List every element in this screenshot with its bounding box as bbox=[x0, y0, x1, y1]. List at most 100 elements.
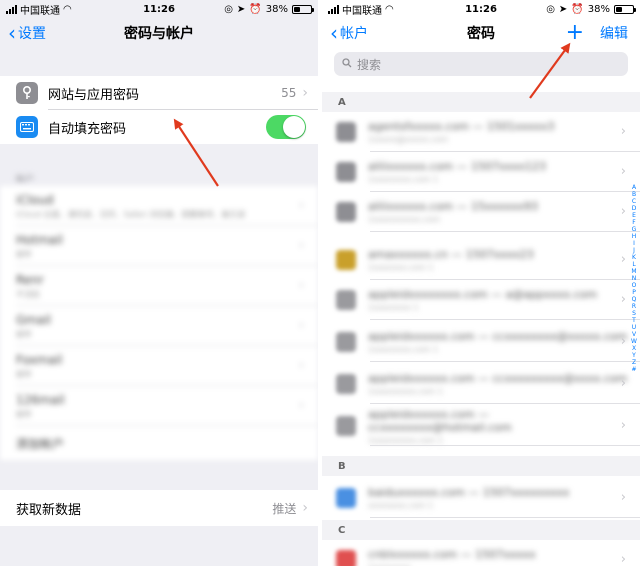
status-bar: 中国联通 ◠ 11:26 ◎ ➤ ⏰ 38% bbox=[322, 0, 640, 18]
index-letter[interactable]: Q bbox=[632, 296, 637, 303]
autofill-toggle[interactable] bbox=[266, 115, 306, 139]
index-letter[interactable]: F bbox=[632, 219, 635, 226]
site-favicon-icon bbox=[336, 488, 356, 508]
chevron-right-icon: › bbox=[620, 124, 626, 139]
entry-subtitle: 1xxxxx@xxxxx.com bbox=[368, 135, 449, 144]
index-letter[interactable]: A bbox=[632, 184, 636, 191]
account-row[interactable]: Renr 不活跃 › bbox=[0, 266, 318, 306]
signal-icon bbox=[328, 4, 339, 14]
password-entry[interactable]: aliiixxxxxx.com — 15xxxxxx93 1xxxxxxxxxx.… bbox=[322, 192, 640, 232]
account-detail: iCloud 云盘、通讯录、日历、Safari 浏览器、提醒事项、备忘录 bbox=[16, 209, 246, 219]
account-name: Foxmail bbox=[16, 352, 63, 367]
accounts-list: iCloud iCloud 云盘、通讯录、日历、Safari 浏览器、提醒事项、备… bbox=[0, 186, 318, 460]
alarm-icon: ⏰ bbox=[571, 3, 584, 15]
entry-title: appleidxxxxxx.com — ccxxxxxxxx@hotmail.c… bbox=[368, 407, 512, 434]
index-letter[interactable]: S bbox=[632, 310, 636, 317]
index-letter[interactable]: B bbox=[632, 191, 636, 198]
index-letter[interactable]: K bbox=[632, 254, 636, 261]
back-label: 帐户 bbox=[340, 26, 368, 42]
account-row[interactable]: Foxmail 邮件 › bbox=[0, 346, 318, 386]
password-entry[interactable]: appleidxxxxxx.com — ccxxxxxxxxx@xxxx.com… bbox=[322, 364, 640, 404]
alphabet-index[interactable]: A B C D E F G H I J K L M N O P Q R S T U V W X Y Z # bbox=[630, 184, 638, 373]
index-letter[interactable]: M bbox=[631, 268, 636, 275]
index-letter[interactable]: H bbox=[632, 233, 637, 240]
index-letter[interactable]: U bbox=[632, 324, 636, 331]
battery-icon bbox=[292, 4, 314, 14]
chevron-left-icon: ‹ bbox=[330, 21, 338, 45]
index-letter[interactable]: I bbox=[633, 240, 635, 247]
entry-subtitle: 1xxxxxxxxxx.com bbox=[368, 215, 441, 224]
fetch-new-data-row[interactable]: 获取新数据 推送 › bbox=[0, 490, 318, 526]
account-row[interactable]: Gmail 邮件 › bbox=[0, 306, 318, 346]
entry-title: amaxxxxxx.cn — 1507xxxx23 bbox=[368, 248, 534, 261]
index-letter[interactable]: # bbox=[631, 366, 636, 373]
index-letter[interactable]: D bbox=[632, 205, 637, 212]
section-header: C bbox=[322, 520, 640, 540]
site-favicon-icon bbox=[336, 374, 356, 394]
orientation-lock-icon: ◎ bbox=[224, 3, 233, 15]
account-name: iCloud bbox=[16, 192, 54, 207]
site-favicon-icon bbox=[336, 250, 356, 270]
password-entry[interactable]: baiduxxxxxx.com — 1507xxxxxxxxx xxxxxxxx.… bbox=[322, 478, 640, 518]
entry-title: appleidxxxxxx.com — ccxxxxxxxxx@xxxx.com bbox=[368, 372, 628, 385]
password-entry[interactable]: agentsfxxxxx.com — 1501xxxxx3 1xxxxx@xxxx… bbox=[322, 112, 640, 152]
entry-subtitle: xxxxxxxx.com 1 bbox=[368, 501, 434, 510]
account-detail: 邮件 bbox=[16, 409, 32, 419]
search-input[interactable]: 搜索 bbox=[334, 52, 628, 76]
website-app-passwords-row[interactable]: 网站与应用密码 55 › bbox=[0, 76, 318, 110]
chevron-right-icon: › bbox=[298, 398, 304, 413]
passwords-label: 网站与应用密码 bbox=[48, 87, 140, 103]
password-entry[interactable]: appleidxxxxxxxx.com — a@appxxxx.com 1xxxx… bbox=[322, 280, 640, 320]
chevron-right-icon: › bbox=[620, 376, 626, 391]
password-entry[interactable]: aliiixxxxxx.com — 1507xxxx123 1xxxxxxxx.c… bbox=[322, 152, 640, 192]
index-letter[interactable]: W bbox=[631, 338, 637, 345]
edit-button[interactable]: 编辑 bbox=[600, 23, 628, 43]
signal-icon bbox=[6, 4, 17, 14]
entry-subtitle: 1xxxxxxxx.com 1 bbox=[368, 345, 439, 354]
add-account-button[interactable]: 添加帐户 bbox=[0, 426, 318, 460]
back-button[interactable]: ‹ 帐户 bbox=[322, 23, 368, 43]
password-entry[interactable]: amaxxxxxx.cn — 1507xxxx23 1xxxxxxx.com 1 › bbox=[322, 240, 640, 280]
account-row[interactable]: iCloud iCloud 云盘、通讯录、日历、Safari 浏览器、提醒事项、备… bbox=[0, 186, 318, 226]
index-letter[interactable]: X bbox=[632, 345, 636, 352]
passwords-list-screen: 中国联通 ◠ 11:26 ◎ ➤ ⏰ 38% ‹ 帐户 密码 + 编辑 搜索 A… bbox=[322, 0, 640, 566]
index-letter[interactable]: E bbox=[632, 212, 636, 219]
entry-title: appleidxxxxxxxx.com — a@appxxxx.com bbox=[368, 288, 598, 301]
password-entry[interactable]: appleidxxxxxx.com — ccxxxxxxxx@xxxxx.com… bbox=[322, 322, 640, 362]
index-letter[interactable]: T bbox=[632, 317, 636, 324]
entry-subtitle: 1xxxxxxxxx.com 1 bbox=[368, 387, 443, 396]
chevron-right-icon: › bbox=[298, 238, 304, 253]
index-letter[interactable]: P bbox=[632, 289, 636, 296]
index-letter[interactable]: O bbox=[632, 282, 637, 289]
carrier-label: 中国联通 bbox=[342, 5, 382, 17]
password-entry[interactable]: appleidxxxxxx.com — ccxxxxxxxx@hotmail.c… bbox=[322, 406, 640, 446]
account-detail: 邮件 bbox=[16, 329, 32, 339]
account-row[interactable]: Hotmail 邮件 › bbox=[0, 226, 318, 266]
index-letter[interactable]: G bbox=[632, 226, 637, 233]
index-letter[interactable]: J bbox=[633, 247, 635, 254]
search-icon bbox=[342, 57, 352, 71]
add-password-button[interactable]: + bbox=[566, 22, 584, 44]
back-button[interactable]: ‹ 设置 bbox=[0, 23, 46, 43]
alarm-icon: ⏰ bbox=[249, 3, 262, 15]
location-icon: ➤ bbox=[558, 3, 568, 15]
autofill-label: 自动填充密码 bbox=[48, 121, 127, 137]
chevron-right-icon: › bbox=[620, 164, 626, 179]
index-letter[interactable]: V bbox=[632, 331, 636, 338]
page-title: 密码与帐户 bbox=[124, 26, 194, 42]
entry-title: appleidxxxxxx.com — ccxxxxxxxx@xxxxx.com bbox=[368, 330, 628, 343]
index-letter[interactable]: L bbox=[632, 261, 635, 268]
index-letter[interactable]: Y bbox=[632, 352, 636, 359]
chevron-right-icon: › bbox=[298, 358, 304, 373]
index-letter[interactable]: C bbox=[632, 198, 636, 205]
index-letter[interactable]: Z bbox=[632, 359, 636, 366]
password-entry[interactable]: cnblxxxxxx.com — 1507xxxxx1xxxxxxxx› bbox=[322, 540, 630, 566]
account-row[interactable]: 126mail 邮件 › bbox=[0, 386, 318, 426]
index-letter[interactable]: N bbox=[632, 275, 637, 282]
index-letter[interactable]: R bbox=[632, 303, 636, 310]
passwords-count: 55 bbox=[281, 86, 297, 100]
entry-subtitle: 1xxxxxxxx 1 bbox=[368, 303, 419, 312]
section-header: B bbox=[322, 456, 640, 476]
chevron-right-icon: › bbox=[620, 292, 626, 307]
account-detail: 不活跃 bbox=[16, 289, 40, 299]
